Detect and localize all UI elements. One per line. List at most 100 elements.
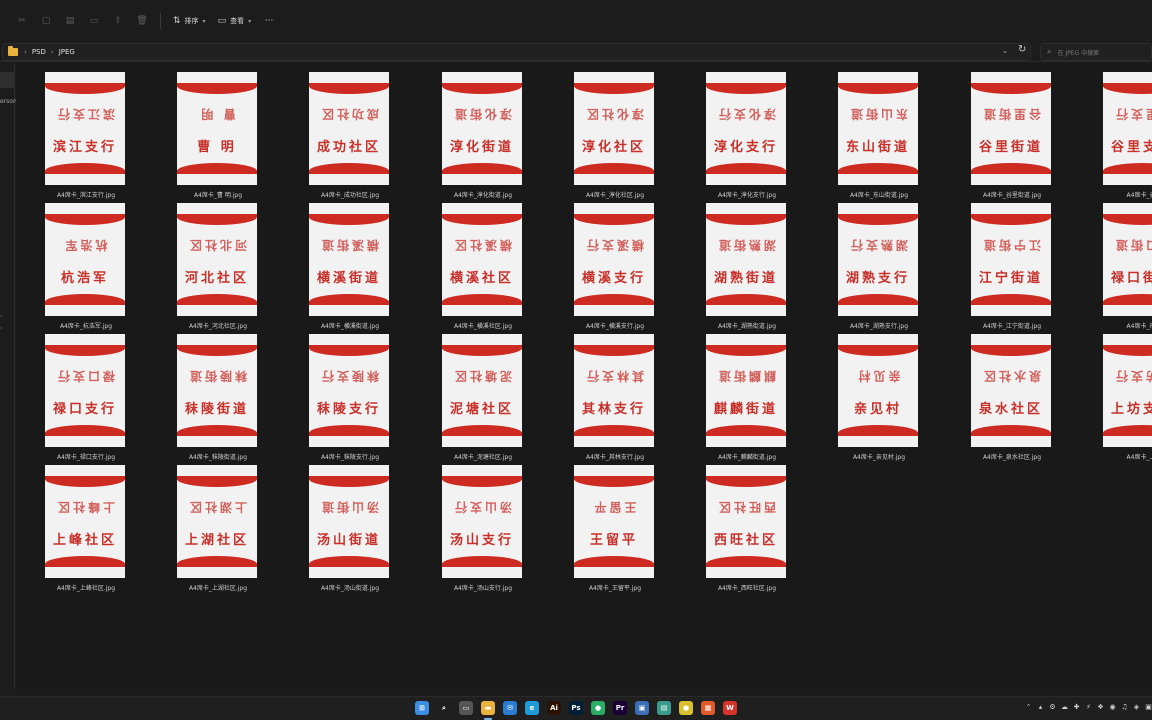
card-text-mirrored: 上峰社区 [55,500,116,514]
search-input[interactable]: ⌕ 在 JPEG 中搜索 [1040,43,1152,61]
file-item[interactable]: 谷里支行谷里支行A4席卡_谷里 [1074,63,1152,199]
file-item[interactable]: 王留平 王留平 A4席卡_王留平.jpg [545,456,657,592]
tray-icon[interactable]: ❖ [1096,703,1105,711]
card-red-band [706,476,786,487]
rename-icon[interactable]: ▭ [82,9,106,33]
card-red-band [574,556,654,567]
file-explorer-icon[interactable]: ▬ [481,701,495,715]
start-icon[interactable]: ⊞ [415,701,429,715]
file-item[interactable]: 曹 明曹 明 A4席卡_曹 明.jpg [148,63,260,199]
tray-icon[interactable]: ♫ [1120,703,1129,711]
file-item[interactable]: 泥塘社区 泥塘社区 A4席卡_泥塘社区.jpg [413,325,525,461]
mail-icon[interactable]: ✉ [503,701,517,715]
photoshop-icon[interactable]: Ps [569,701,583,715]
chevron-down-icon: ▾ [202,17,206,25]
file-thumbnail: 麒麟街道 麒麟街道 [706,334,786,447]
tray-icon[interactable]: ◈ [1132,703,1141,711]
card-red-band [971,163,1051,174]
illustrator-icon[interactable]: Ai [547,701,561,715]
tray-icon[interactable]: ☁ [1060,703,1069,711]
file-item[interactable]: 江宁街道 江宁街道 A4席卡_江宁街道.jpg [942,194,1054,330]
file-item[interactable]: 湖熟支行 湖熟支行 A4席卡_湖熟支行.jpg [809,194,921,330]
search-icon[interactable]: ⌕ [437,701,451,715]
more-options-button[interactable]: ··· [257,9,281,33]
file-item[interactable]: 汤山支行 汤山支行 A4席卡_汤山支行.jpg [413,456,525,592]
app-teal-icon[interactable]: ▤ [657,701,671,715]
share-icon[interactable]: ⇪ [106,9,130,33]
file-name: A4席卡_王留平.jpg [588,585,642,592]
file-item[interactable]: 湖熟街道 湖熟街道 A4席卡_湖熟街道.jpg [677,194,789,330]
file-item[interactable]: 秣陵街道 秣陵街道 A4席卡_秣陵街道.jpg [148,325,260,461]
tray-icon[interactable]: ✚ [1072,703,1081,711]
card-text-mirrored: 江宁街道 [981,238,1042,252]
file-item[interactable]: 横溪街道 横溪街道 A4席卡_横溪街道.jpg [280,194,392,330]
app-yellow-icon[interactable]: ● [679,701,693,715]
address-bar[interactable]: › PSD › JPEG ⌄ [2,43,1031,61]
file-thumbnail: 西旺社区 西旺社区 [706,465,786,578]
file-item[interactable]: 东山街道 东山街道 A4席卡_东山街道.jpg [809,63,921,199]
chevron-down-icon[interactable]: ⌄ [1002,47,1008,55]
card-red-band [45,294,125,305]
nav-item-label[interactable]: erson [0,98,17,105]
tray-icon[interactable]: ⚡ [1084,703,1093,711]
file-item[interactable]: 横溪社区 横溪社区 A4席卡_横溪社区.jpg [413,194,525,330]
file-item[interactable]: 亲见村 亲见村 A4席卡_亲见村.jpg [809,325,921,461]
file-item[interactable]: 成功社区 成功社区 A4席卡_成功社区.jpg [280,63,392,199]
file-item[interactable]: 其林支行 其林支行 A4席卡_其林支行.jpg [545,325,657,461]
sort-button[interactable]: ⇅ 排序 ▾ [167,9,212,33]
card-red-band [442,214,522,225]
file-item[interactable]: 泉水社区 泉水社区 A4席卡_泉水社区.jpg [942,325,1054,461]
file-item[interactable]: 西旺社区 西旺社区 A4席卡_西旺社区.jpg [677,456,789,592]
file-item[interactable]: 谷里街道 谷里街道 A4席卡_谷里街道.jpg [942,63,1054,199]
nav-expander-icon[interactable]: › [0,325,2,332]
file-item[interactable]: 上湖社区 上湖社区 A4席卡_上湖社区.jpg [148,456,260,592]
file-item[interactable]: 淳化支行 淳化支行 A4席卡_淳化支行.jpg [677,63,789,199]
app-blue-icon[interactable]: ▣ [635,701,649,715]
taskview-icon[interactable]: ▭ [459,701,473,715]
file-item[interactable]: 麒麟街道 麒麟街道 A4席卡_麒麟街道.jpg [677,325,789,461]
card-red-band [574,163,654,174]
file-item[interactable]: 淳化社区 淳化社区 A4席卡_淳化社区.jpg [545,63,657,199]
copy-icon[interactable]: ▢ [34,9,58,33]
wps-icon[interactable]: W [723,701,737,715]
wechat-icon[interactable]: ● [591,701,605,715]
file-item[interactable]: 淳化街道 淳化街道 A4席卡_淳化街道.jpg [413,63,525,199]
card-text: 杭浩军 [60,271,109,286]
premiere-icon[interactable]: Pr [613,701,627,715]
breadcrumb-psd[interactable]: PSD [32,48,46,56]
card-red-band [45,214,125,225]
file-item[interactable]: 上坊支行上坊支行A4席卡_上坊 [1074,325,1152,461]
file-item[interactable]: 上峰社区 上峰社区 A4席卡_上峰社区.jpg [16,456,128,592]
cut-icon[interactable]: ✂ [10,9,34,33]
command-bar: ✂ ▢ ▤ ▭ ⇪ 🗑 ⇅ 排序 ▾ ▭ 查看 ▾ ··· [0,0,1152,42]
file-item[interactable]: 秣陵支行 秣陵支行 A4席卡_秣陵支行.jpg [280,325,392,461]
file-item[interactable]: 禄口支行 禄口支行 A4席卡_禄口支行.jpg [16,325,128,461]
file-item[interactable]: 杭浩军 杭浩军 A4席卡_杭浩军.jpg [16,194,128,330]
card-red-band [309,345,389,356]
tray-icon[interactable]: ⚙ [1048,703,1057,711]
card-text-mirrored: 曹 明 [198,107,236,121]
paste-icon[interactable]: ▤ [58,9,82,33]
tray-icon[interactable]: ▴ [1036,703,1045,711]
delete-icon[interactable]: 🗑 [130,9,154,33]
tray-icon[interactable]: ⌃ [1024,703,1033,711]
tray-icon[interactable]: ▣ [1144,703,1152,711]
edge-icon[interactable]: e [525,701,539,715]
tray-icon[interactable]: ◉ [1108,703,1117,711]
nav-selected-item[interactable] [0,72,14,88]
app-red-icon[interactable]: ▦ [701,701,715,715]
file-item[interactable]: 河北社区 河北社区 A4席卡_河北社区.jpg [148,194,260,330]
file-thumbnail: 禄口支行 禄口支行 [45,334,125,447]
breadcrumb-jpeg[interactable]: JPEG [59,48,75,56]
file-item[interactable]: 禄口街道禄口街道A4席卡_禄口 [1074,194,1152,330]
file-item[interactable]: 滨江支行 滨江支行 A4席卡_滨江支行.jpg [16,63,128,199]
card-text-mirrored: 河北社区 [187,238,248,252]
card-text: 秣陵支行 [316,402,381,417]
view-button[interactable]: ▭ 查看 ▾ [212,9,258,33]
refresh-icon[interactable]: ↻ [1018,44,1026,55]
file-thumbnail: 谷里支行谷里支行 [1103,72,1152,185]
nav-expander-icon[interactable]: › [0,313,2,320]
file-explorer-window: ✂ ▢ ▤ ▭ ⇪ 🗑 ⇅ 排序 ▾ ▭ 查看 ▾ ··· › PSD › JP… [0,0,1152,720]
file-item[interactable]: 汤山街道 汤山街道 A4席卡_汤山街道.jpg [280,456,392,592]
file-item[interactable]: 横溪支行 横溪支行 A4席卡_横溪支行.jpg [545,194,657,330]
